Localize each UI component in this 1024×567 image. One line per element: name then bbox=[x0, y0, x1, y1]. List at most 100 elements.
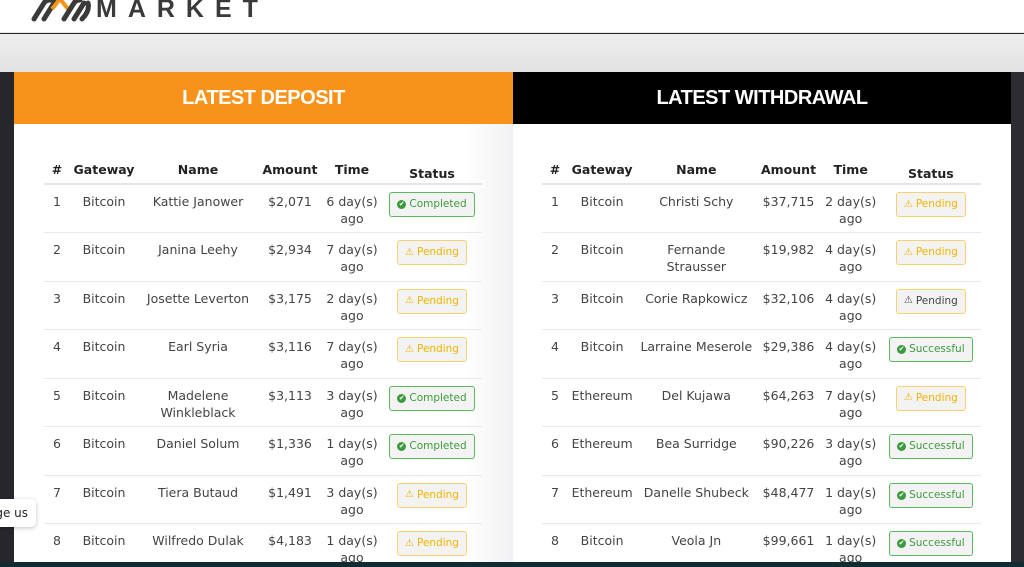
col-header-amount: Amount bbox=[756, 156, 821, 185]
table-header-row: # Gateway Name Amount Time Status bbox=[542, 156, 981, 185]
cell-name: Wilfredo Dulak bbox=[138, 523, 258, 567]
status-badge: ✔ Completed bbox=[389, 434, 475, 459]
cell-amount: $64,263 bbox=[756, 378, 821, 427]
cell-time: 3 day(s) ago bbox=[820, 426, 881, 476]
cell-status: ⚠ Pending bbox=[880, 378, 981, 427]
cell-amount: $3,175 bbox=[258, 281, 322, 330]
table-row: 6 Bitcoin Daniel Solum $1,336 1 day(s) ago ✔ C… bbox=[44, 426, 482, 476]
status-badge: ✔ Successful bbox=[889, 482, 973, 508]
cell-status: ✔ Completed bbox=[382, 378, 482, 427]
cell-name: Josette Leverton bbox=[138, 281, 258, 330]
warning-icon: ⚠ bbox=[903, 392, 913, 403]
cell-time: 7 day(s) ago bbox=[322, 329, 382, 379]
table-row: 2 Bitcoin Janina Leehy $2,934 7 day(s) ago ⚠ P… bbox=[44, 232, 482, 282]
cell-number: 6 bbox=[44, 426, 70, 476]
cell-number: 1 bbox=[44, 184, 70, 233]
cell-amount: $3,113 bbox=[258, 378, 322, 427]
status-label: Pending bbox=[915, 391, 958, 404]
cell-name: Corie Rapkowicz bbox=[636, 281, 757, 330]
cell-status: ⚠ Pending bbox=[880, 232, 981, 282]
table-row: 3 Bitcoin Corie Rapkowicz $32,106 4 day(s) a… bbox=[542, 281, 981, 330]
right-gutter bbox=[1011, 72, 1024, 567]
cell-number: 4 bbox=[44, 329, 70, 379]
cell-gateway: Ethereum bbox=[568, 426, 637, 476]
cell-time: 4 day(s) ago bbox=[820, 232, 881, 282]
cell-amount: $90,226 bbox=[756, 426, 821, 476]
cell-amount: $37,715 bbox=[756, 184, 821, 233]
cell-number: 6 bbox=[542, 426, 569, 476]
col-header-amount: Amount bbox=[258, 156, 322, 185]
cell-gateway: Ethereum bbox=[568, 475, 637, 524]
cell-amount: $2,071 bbox=[258, 184, 322, 233]
table-row: 4 Bitcoin Earl Syria $3,116 7 day(s) ago ⚠ Pen… bbox=[44, 329, 482, 379]
table-row: 6 Ethereum Bea Surridge $90,226 3 day(s) ago… bbox=[542, 426, 981, 476]
cell-name: Danelle Shubeck bbox=[636, 475, 757, 524]
col-header-gateway: Gateway bbox=[70, 156, 138, 185]
cell-status: ⚠ Pending bbox=[382, 475, 482, 524]
cell-amount: $1,491 bbox=[258, 475, 322, 524]
deposit-panel-header: LATEST DEPOSIT bbox=[14, 72, 513, 124]
cell-time: 1 day(s) ago bbox=[322, 523, 382, 567]
table-row: 7 Ethereum Danelle Shubeck $48,477 1 day(s) … bbox=[542, 475, 981, 524]
status-badge: ⚠ Pending bbox=[397, 531, 467, 556]
cell-status: ✔ Completed bbox=[382, 426, 482, 476]
cell-number: 7 bbox=[44, 475, 70, 524]
cell-gateway: Bitcoin bbox=[568, 281, 637, 330]
warning-icon: ⚠ bbox=[405, 489, 414, 500]
table-header-row: # Gateway Name Amount Time Status bbox=[44, 156, 482, 185]
cell-gateway: Bitcoin bbox=[568, 329, 637, 379]
status-badge: ✔ Successful bbox=[889, 337, 973, 362]
check-circle-icon: ✔ bbox=[397, 200, 407, 209]
table-row: 1 Bitcoin Christi Schy $37,715 2 day(s) ago ⚠… bbox=[542, 184, 981, 233]
deposit-title: LATEST DEPOSIT bbox=[182, 86, 345, 109]
status-label: Pending bbox=[915, 246, 958, 258]
cell-amount: $99,661 bbox=[756, 523, 821, 567]
cell-time: 3 day(s) ago bbox=[322, 475, 382, 524]
cell-number: 3 bbox=[44, 281, 70, 330]
site-logo[interactable]: MARKET bbox=[30, 0, 269, 24]
chat-tooltip-text: ge us bbox=[0, 506, 28, 520]
status-label: Completed bbox=[409, 391, 467, 404]
cell-status: ⚠ Pending bbox=[382, 329, 482, 379]
cell-amount: $29,386 bbox=[756, 329, 821, 379]
status-label: Pending bbox=[416, 294, 459, 307]
col-header-gateway: Gateway bbox=[568, 156, 637, 185]
warning-icon: ⚠ bbox=[405, 295, 414, 306]
cell-number: 5 bbox=[44, 378, 70, 427]
cell-number: 4 bbox=[542, 329, 569, 379]
col-header-name: Name bbox=[138, 156, 258, 185]
bottom-bar bbox=[0, 562, 1024, 567]
col-header-status: Status bbox=[880, 156, 981, 185]
col-header-name: Name bbox=[636, 156, 757, 185]
warning-icon: ⚠ bbox=[903, 198, 913, 210]
status-badge: ⚠ Pending bbox=[397, 337, 467, 362]
warning-icon: ⚠ bbox=[903, 295, 913, 306]
status-label: Successful bbox=[909, 537, 965, 549]
cell-status: ⚠ Pending bbox=[880, 184, 981, 233]
table-row: 8 Bitcoin Veola Jn $99,661 1 day(s) ago ✔ Succ… bbox=[542, 523, 981, 567]
status-badge: ⚠ Pending bbox=[397, 288, 467, 314]
status-label: Completed bbox=[409, 440, 467, 452]
status-badge: ✔ Completed bbox=[389, 192, 475, 217]
cell-status: ✔ Successful bbox=[880, 426, 981, 476]
table-row: 4 Bitcoin Larraine Meserole $29,386 4 day(s)… bbox=[542, 329, 981, 379]
chat-tooltip[interactable]: ge us bbox=[0, 499, 36, 527]
latest-deposit-panel: LATEST DEPOSIT # Gateway Name Amount Tim… bbox=[14, 72, 513, 567]
cell-status: ⚠ Pending bbox=[382, 523, 482, 567]
table-row: 3 Bitcoin Josette Leverton $3,175 2 day(s) a… bbox=[44, 281, 482, 330]
status-badge: ⚠ Pending bbox=[895, 288, 966, 314]
cell-time: 2 day(s) ago bbox=[820, 184, 881, 233]
deposit-rows: 1 Bitcoin Kattie Janower $2,071 6 day(s) ago… bbox=[44, 184, 482, 567]
withdrawal-table: # Gateway Name Amount Time Status 1 Bitco… bbox=[542, 156, 981, 567]
cell-amount: $48,477 bbox=[756, 475, 821, 524]
table-row: 5 Bitcoin Madelene Winkleblack $3,113 3 day(… bbox=[44, 378, 482, 427]
cell-gateway: Bitcoin bbox=[70, 184, 138, 233]
cell-amount: $4,183 bbox=[258, 523, 322, 567]
table-row: 7 Bitcoin Tiera Butaud $1,491 3 day(s) ago ⚠ P… bbox=[44, 475, 482, 524]
check-circle-icon: ✔ bbox=[397, 442, 407, 451]
cell-gateway: Bitcoin bbox=[568, 523, 637, 567]
cell-number: 7 bbox=[542, 475, 569, 524]
cell-number: 5 bbox=[542, 378, 569, 427]
cell-time: 3 day(s) ago bbox=[322, 378, 382, 427]
cell-gateway: Ethereum bbox=[568, 378, 637, 427]
